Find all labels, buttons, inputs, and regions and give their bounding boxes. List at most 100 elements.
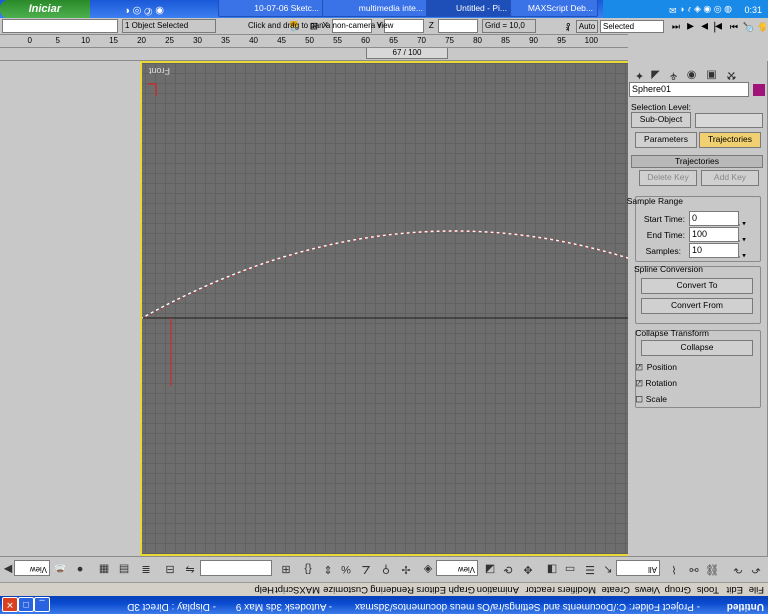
scale-check-icon[interactable]: ☐: [635, 393, 643, 404]
start-time-spinner[interactable]: ▲▼: [735, 213, 747, 226]
snap-toggle-icon[interactable]: ⚲: [378, 561, 394, 577]
task-untitled-max[interactable]: Untitled - Pi...: [426, 0, 512, 17]
pivot-center-icon[interactable]: ◈: [420, 561, 436, 577]
quick-render-icon[interactable]: ▶: [0, 561, 16, 577]
edit-named-sets-icon[interactable]: {}: [300, 561, 316, 577]
unlink-icon[interactable]: ⚯: [686, 561, 702, 577]
menu-rendering[interactable]: Rendering: [370, 584, 414, 595]
sub-object-dropdown[interactable]: [695, 113, 763, 128]
menu-file[interactable]: File: [749, 584, 764, 595]
menu-edit[interactable]: Edit: [727, 584, 743, 595]
end-time-field[interactable]: 100: [689, 227, 739, 242]
menu-graph-editors[interactable]: Graph Editors: [416, 584, 475, 595]
convert-to-button[interactable]: Convert To: [641, 278, 753, 294]
start-button[interactable]: Iniciar: [0, 0, 90, 18]
auto-key-button[interactable]: Auto: [576, 20, 598, 33]
menu-modifiers[interactable]: Modifiers: [557, 584, 596, 595]
menu-customize[interactable]: Customize: [323, 584, 368, 595]
samples-spinner[interactable]: ▲▼: [735, 245, 747, 258]
hierarchy-tab-icon[interactable]: ⚘: [666, 67, 681, 82]
next-frame-icon[interactable]: ▶▏: [708, 21, 722, 32]
add-key-button[interactable]: Add Key: [701, 170, 759, 186]
quick-launch-icons[interactable]: ◉ ✆ ◎ ◐: [124, 5, 164, 16]
motion-tab-icon[interactable]: ◉: [684, 67, 699, 82]
render-scene-icon[interactable]: ☕: [52, 561, 68, 577]
display-tab-icon[interactable]: ▣: [704, 67, 719, 82]
parameters-tab[interactable]: Parameters: [635, 132, 697, 148]
rotation-checkbox[interactable]: Rotation: [645, 378, 677, 388]
reference-coord-dropdown[interactable]: View: [436, 560, 478, 576]
task-sketch[interactable]: 10-07-06 Sketc...: [218, 0, 324, 17]
task-maxscript-debugger[interactable]: MAXScript Deb...: [510, 0, 598, 17]
menu-tools[interactable]: Tools: [697, 584, 719, 595]
maximize-button[interactable]: □: [18, 597, 34, 612]
undo-icon[interactable]: ↶: [748, 561, 764, 577]
selection-filter-dropdown[interactable]: All: [616, 560, 660, 576]
scale-checkbox[interactable]: Scale: [646, 394, 667, 404]
modify-tab-icon[interactable]: ◢: [648, 67, 663, 82]
named-selection-icon[interactable]: ⊞: [278, 561, 294, 577]
named-selection-set-input[interactable]: [200, 560, 272, 576]
close-button[interactable]: ✕: [2, 597, 18, 612]
spinner-snap-icon[interactable]: ⇕: [320, 561, 336, 577]
rotation-check-icon[interactable]: ☑: [635, 377, 643, 388]
trajectories-rollout[interactable]: Trajectories: [631, 155, 763, 168]
sub-object-button[interactable]: Sub-Object: [631, 112, 691, 128]
play-icon[interactable]: ▶: [701, 21, 708, 32]
scale-icon[interactable]: ◪: [482, 561, 498, 577]
end-time-spinner[interactable]: ▲▼: [735, 229, 747, 242]
menu-reactor[interactable]: reactor: [525, 584, 555, 595]
rotate-icon[interactable]: ⟳: [500, 561, 516, 577]
select-by-name-icon[interactable]: ☰: [582, 561, 598, 577]
tray-icons[interactable]: ◍ ◎ ◉ ◈ ♪ ◐ ✉: [669, 4, 732, 15]
viewport-label[interactable]: Front: [149, 66, 170, 76]
goto-end-icon[interactable]: ⏭: [730, 21, 738, 32]
pan-icon[interactable]: ✋: [757, 21, 768, 32]
angle-snap-icon[interactable]: ∠: [358, 561, 374, 577]
menu-create[interactable]: Create: [601, 584, 630, 595]
object-color-swatch[interactable]: [753, 84, 765, 96]
maxscript-listener-field[interactable]: [2, 19, 118, 33]
bind-space-warp-icon[interactable]: ⌇: [666, 561, 682, 577]
region-select-icon[interactable]: ▭: [562, 561, 578, 577]
zoom-icon[interactable]: 🔍: [743, 21, 754, 32]
menu-help[interactable]: Help: [254, 584, 274, 595]
task-multimedia[interactable]: multimedia inte...: [322, 0, 428, 17]
move-icon[interactable]: ✥: [520, 561, 536, 577]
object-name-field[interactable]: Sphere01: [629, 82, 749, 97]
delete-key-button[interactable]: Delete Key: [639, 170, 697, 186]
curve-editor-icon[interactable]: ▤: [116, 561, 132, 577]
prev-frame-icon[interactable]: ◀: [687, 21, 694, 32]
start-time-field[interactable]: 0: [689, 211, 739, 226]
goto-start-icon[interactable]: ⏮: [672, 21, 680, 32]
menu-animation[interactable]: Animation: [477, 584, 519, 595]
minimize-button[interactable]: _: [34, 597, 50, 612]
select-manipulate-icon[interactable]: ✢: [398, 561, 414, 577]
utilities-tab-icon[interactable]: ⚒: [724, 67, 739, 82]
align-icon[interactable]: ⊟: [162, 561, 178, 577]
create-tab-icon[interactable]: ✦: [632, 67, 647, 82]
select-object-icon[interactable]: ↖: [600, 561, 616, 577]
material-editor-icon[interactable]: ●: [72, 561, 88, 577]
menu-maxscript[interactable]: MAXScript: [275, 584, 320, 595]
layer-manager-icon[interactable]: ≣: [138, 561, 154, 577]
schematic-view-icon[interactable]: ▦: [96, 561, 112, 577]
set-key-icon[interactable]: ⚷: [565, 21, 572, 32]
track-bar[interactable]: 0 5 10 15 20 25 30 35 40 45 50 55 60 65 …: [0, 34, 628, 48]
render-type-dropdown[interactable]: View: [14, 560, 50, 576]
convert-from-button[interactable]: Convert From: [641, 298, 753, 314]
select-link-icon[interactable]: ⛓: [704, 561, 720, 577]
mirror-icon[interactable]: ⇋: [182, 561, 198, 577]
key-filter-dropdown[interactable]: Selected: [600, 20, 664, 33]
position-check-icon[interactable]: ☑: [635, 361, 643, 372]
samples-field[interactable]: 10: [689, 243, 739, 258]
time-slider-thumb[interactable]: 67 / 100: [366, 47, 448, 59]
menu-group[interactable]: Group: [665, 584, 691, 595]
redo-icon[interactable]: ↷: [730, 561, 746, 577]
window-crossing-icon[interactable]: ◨: [544, 561, 560, 577]
collapse-button[interactable]: Collapse: [641, 340, 753, 356]
trajectories-tab[interactable]: Trajectories: [699, 132, 761, 148]
percent-snap-icon[interactable]: %: [338, 561, 354, 577]
z-coord-field[interactable]: [438, 19, 478, 33]
time-slider[interactable]: 67 / 100: [0, 47, 628, 61]
